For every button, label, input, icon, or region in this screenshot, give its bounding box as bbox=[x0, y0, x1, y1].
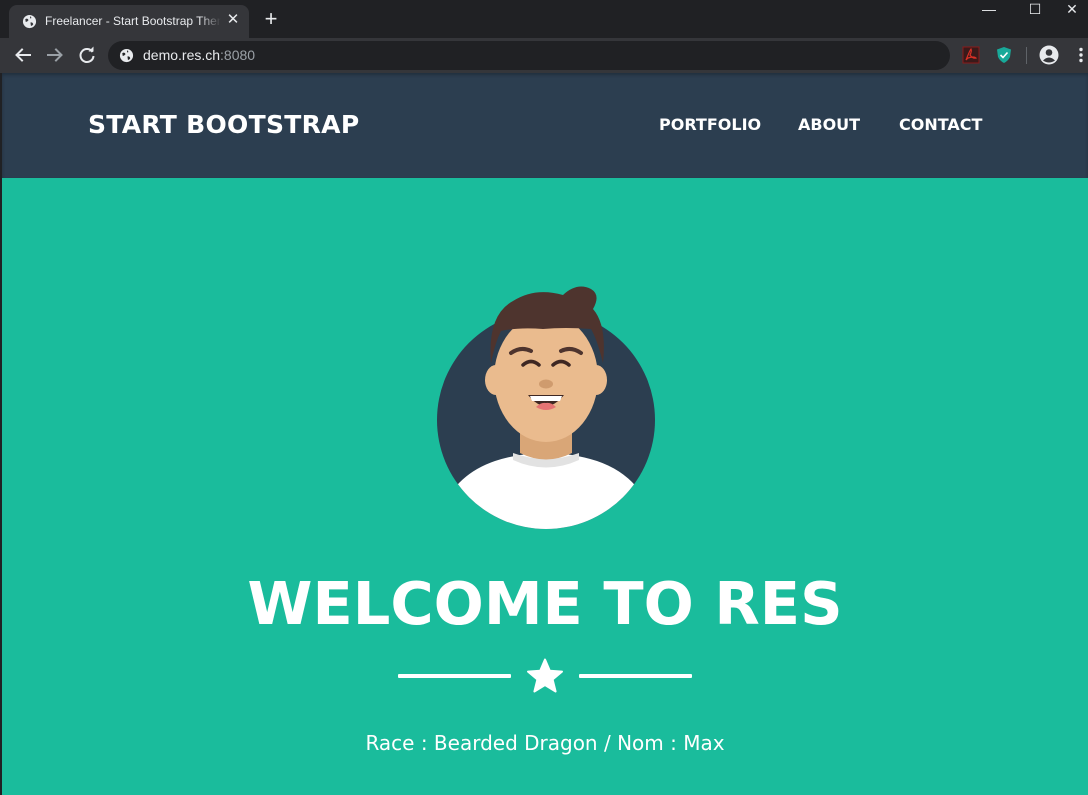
nav-link-contact[interactable]: CONTACT bbox=[899, 115, 982, 135]
masthead-subheading: Race : Bearded Dragon / Nom : Max bbox=[365, 731, 725, 755]
tab-close-button[interactable]: ✕ bbox=[225, 12, 241, 28]
star-icon bbox=[527, 658, 563, 693]
close-window-button[interactable]: ✕ bbox=[1056, 0, 1088, 22]
pdf-extension-icon[interactable] bbox=[962, 46, 980, 64]
toolbar-separator bbox=[1026, 47, 1027, 64]
masthead: WELCOME TO RES Race : Bearded Dragon / N… bbox=[2, 178, 1088, 795]
minimize-button[interactable]: — bbox=[966, 0, 1012, 22]
address-bar[interactable]: demo.res.ch:8080 bbox=[108, 41, 950, 70]
nav-link-portfolio[interactable]: PORTFOLIO bbox=[659, 115, 761, 135]
nav-link-about[interactable]: ABOUT bbox=[798, 115, 860, 135]
brand-link[interactable]: START BOOTSTRAP bbox=[88, 110, 359, 140]
globe-icon bbox=[119, 48, 134, 63]
url-port: :8080 bbox=[220, 47, 256, 63]
new-tab-button[interactable]: + bbox=[260, 8, 282, 30]
forward-icon[interactable] bbox=[44, 44, 66, 66]
browser-tab[interactable]: Freelancer - Start Bootstrap Theme ✕ bbox=[9, 5, 249, 38]
back-icon[interactable] bbox=[12, 44, 34, 66]
browser-toolbar: demo.res.ch:8080 bbox=[0, 38, 1088, 73]
maximize-button[interactable]: ☐ bbox=[1012, 0, 1058, 22]
tab-title: Freelancer - Start Bootstrap Theme bbox=[45, 13, 221, 29]
divider-line-right bbox=[579, 674, 692, 678]
shield-extension-icon[interactable] bbox=[995, 46, 1013, 64]
avatar-illustration bbox=[437, 286, 655, 529]
masthead-heading: WELCOME TO RES bbox=[247, 569, 843, 638]
divider-line-left bbox=[398, 674, 511, 678]
url-text: demo.res.ch:8080 bbox=[143, 47, 255, 64]
site-navbar: START BOOTSTRAP PORTFOLIO ABOUT CONTACT bbox=[2, 73, 1088, 178]
globe-icon bbox=[22, 14, 37, 29]
url-host: demo.res.ch bbox=[143, 47, 221, 63]
browser-titlebar: Freelancer - Start Bootstrap Theme ✕ + —… bbox=[0, 0, 1088, 38]
reload-icon[interactable] bbox=[76, 44, 98, 66]
menu-icon[interactable] bbox=[1076, 46, 1086, 64]
profile-icon[interactable] bbox=[1039, 45, 1059, 65]
